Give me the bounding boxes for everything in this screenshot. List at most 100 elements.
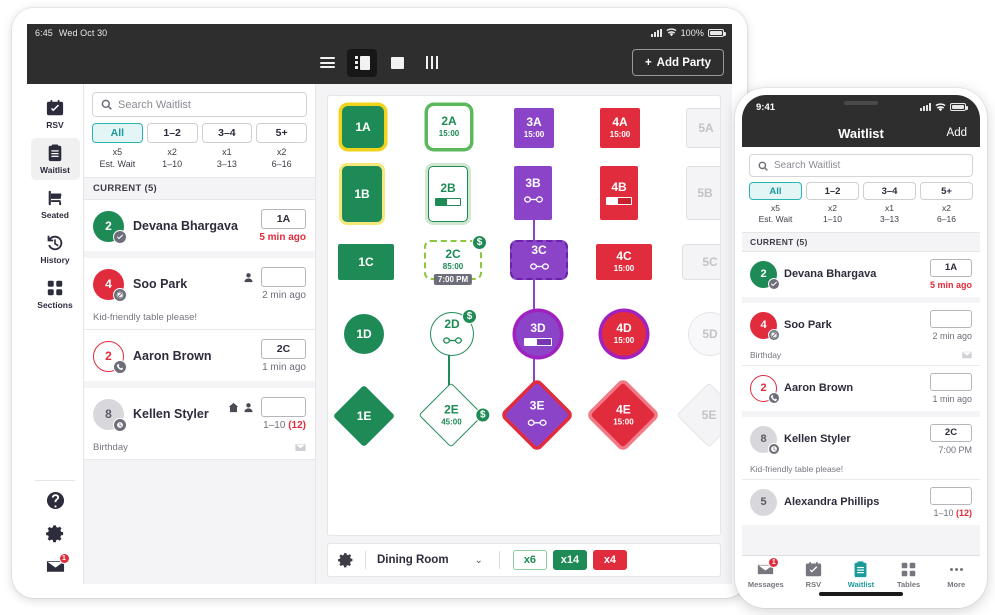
filter-meta: x2 6–16 [272,146,292,170]
wait-time: 7:00 PM [938,444,972,455]
list-item[interactable]: 4 Soo Park 2 min ago [84,258,315,310]
tab-waitlist[interactable]: Waitlist [837,561,885,589]
search-input[interactable]: Search Waitlist [749,154,973,177]
filter-pill[interactable]: 3–4 [863,182,916,200]
status-badge-overdue[interactable]: x4 [592,550,627,570]
floor-table-5C[interactable]: 5C [682,244,720,280]
clipboard-icon [46,144,64,162]
floor-table-1B[interactable]: 1B [342,166,382,222]
sidebar-item-rsv[interactable]: RSV [31,93,80,135]
table-chip[interactable] [930,372,972,391]
wait-time: 1–10 (12) [933,508,972,518]
floor-table-4A[interactable]: 4A 15:00 [600,108,640,148]
floor-table-1E[interactable]: 1E [332,384,396,448]
view-toggle-list[interactable] [312,49,342,77]
floor-table-5A[interactable]: 5A [686,108,720,148]
mail-icon: 1 [757,557,780,578]
gear-icon[interactable] [338,552,354,568]
list-item[interactable]: 2 Aaron Brown 1 min ago [742,365,980,411]
floor-table-2E[interactable]: 2E 45:00 $ [418,382,491,448]
table-chip[interactable]: 1A [930,258,972,277]
tab-tables[interactable]: Tables [885,561,933,589]
tab-messages[interactable]: 1 Messages [742,557,790,589]
chevron-down-icon[interactable]: ⌄ [475,555,483,566]
floor-table-4B[interactable]: 4B [600,166,638,220]
table-chip[interactable] [930,309,972,328]
floor-table-4C[interactable]: 4C 15:00 [596,244,652,280]
floor-table-4D[interactable]: 4D 15:00 [602,312,646,356]
sidebar-item-seated[interactable]: Seated [31,183,80,225]
phone-icon [113,359,127,374]
floor-table-3B[interactable]: 3B [514,166,552,220]
filter-5-plus: 5+ x2 6–16 [256,123,307,170]
floor-table-3D[interactable]: 3D [516,312,560,356]
floor-table-5E[interactable]: 5E [676,382,720,448]
search-container: Search Waitlist [84,84,315,117]
columns-icon [425,56,439,69]
floor-table-2C[interactable]: 2C 85:00 $ 7:00 PM [424,235,487,285]
table-timer: 15:00 [609,130,631,139]
status-badge-available[interactable]: x6 [512,550,547,570]
filter-pill[interactable]: All [749,182,802,200]
add-party-button[interactable]: + Add Party [631,49,724,76]
floor-table-1D[interactable]: 1D [344,314,384,354]
sidebar-item-history[interactable]: History [31,228,80,270]
mail-icon[interactable]: 1 [46,553,70,576]
room-selector-label[interactable]: Dining Room [377,554,449,566]
floor-table-3A[interactable]: 3A 15:00 [514,108,554,148]
tab-rsv[interactable]: RSV [790,561,838,589]
floor-table-5B[interactable]: 5B [686,166,720,220]
add-button[interactable]: Add [947,127,967,139]
table-label: 2A [441,114,457,129]
floor-table-5D[interactable]: 5D [688,312,720,356]
gear-icon[interactable] [45,524,65,543]
list-item[interactable]: 5 Alexandra Phillips 1–10 (12) [742,479,980,525]
filter-pill[interactable]: 1–2 [806,182,859,200]
list-item[interactable]: 2 Aaron Brown 2C 1 min ago [84,330,315,382]
floor-table-1A[interactable]: 1A [342,106,384,148]
filter-meta: x2 1–10 [162,146,182,170]
help-icon[interactable] [46,491,65,510]
filter-range: 3–13 [216,159,237,170]
status-badge-occupied[interactable]: x14 [552,550,587,570]
filter-3-4: 3–4 x1 3–13 [863,182,916,226]
floor-table-2A[interactable]: 2A 15:00 [428,106,470,148]
party-top-row [243,267,306,288]
tab-more[interactable]: More [932,561,980,589]
search-placeholder: Search Waitlist [774,160,841,171]
filter-pill[interactable]: 5+ [256,123,307,143]
table-chip[interactable]: 2C [930,423,972,442]
floor-table-3E[interactable]: 3E [504,382,570,448]
sidebar-item-sections[interactable]: Sections [31,273,80,315]
search-input[interactable]: Search Waitlist [92,92,307,117]
floor-table-4E[interactable]: 4E 15:00 [590,382,656,448]
floor-table-2B[interactable]: 2B [428,166,468,222]
table-chip[interactable]: 1A [261,209,306,230]
table-chip[interactable] [930,486,972,505]
filter-pill[interactable]: 1–2 [146,123,198,143]
list-item[interactable]: 2 Devana Bhargava 1A 5 min ago [84,200,315,252]
floor-table-3C[interactable]: 3C [510,240,568,280]
filter-pill[interactable]: All [92,123,143,143]
filter-pill[interactable]: 3–4 [201,123,253,143]
view-toggle-floor[interactable] [382,49,412,77]
sidebar-item-waitlist[interactable]: Waitlist [30,138,80,180]
list-item[interactable]: 8 Kellen Styler 1–10 (12) [84,388,315,440]
list-item[interactable]: 8 Kellen Styler 2C 7:00 PM [742,416,980,462]
wait-time: 1 min ago [262,362,306,374]
filter-pill[interactable]: 5+ [920,182,973,200]
list-item[interactable]: 4 Soo Park 2 min ago [742,302,980,348]
table-chip[interactable]: 2C [261,339,306,360]
floor-table-2D[interactable]: 2D $ [430,309,477,356]
envelope-icon [962,351,972,359]
table-chip[interactable] [261,397,306,418]
grid-dots-icon [46,279,64,297]
list-item[interactable]: 2 Devana Bhargava 1A 5 min ago [742,251,980,297]
table-chip[interactable] [261,267,306,288]
view-toggle-columns[interactable] [417,49,447,77]
floorplan-canvas[interactable]: 1A 2A 15:00 3A 15:00 4A 15:00 5A 1B 2B 3… [327,95,721,536]
view-toggle-split[interactable] [347,48,377,77]
floor-table-1C[interactable]: 1C [338,244,394,280]
table-label: 4D [616,321,632,336]
party-meta: 1–10 (12) [228,397,306,431]
